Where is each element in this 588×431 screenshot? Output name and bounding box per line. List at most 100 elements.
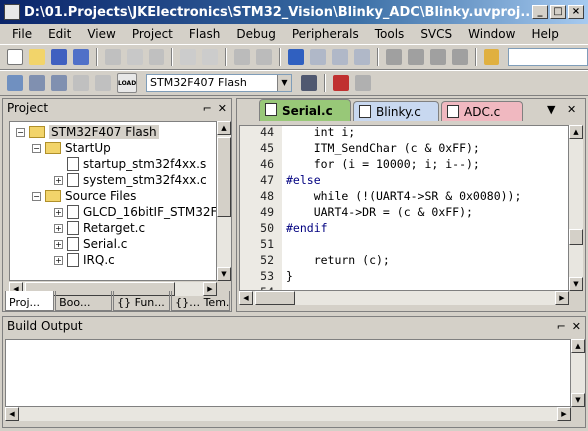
expand-icon[interactable]: + [54, 255, 63, 265]
menu-tools[interactable]: Tools [367, 27, 413, 41]
file-extensions-icon[interactable] [355, 75, 371, 91]
editor-horizontal-scrollbar[interactable]: ◀ ▶ [239, 291, 569, 305]
expand-icon[interactable]: + [54, 175, 63, 185]
find-in-files-icon[interactable] [483, 49, 500, 65]
close-icon[interactable]: ✕ [572, 320, 581, 333]
save-all-icon[interactable] [72, 49, 89, 65]
manage-components-icon[interactable] [333, 75, 349, 91]
indent-icon[interactable] [385, 49, 402, 65]
tree-item[interactable]: − STM32F407 Flash [16, 124, 159, 140]
tab-serial-c[interactable]: Serial.c [259, 99, 351, 121]
batch-build-icon[interactable] [73, 75, 89, 91]
uncomment-icon[interactable] [451, 49, 468, 65]
scroll-left-icon[interactable]: ◀ [5, 407, 19, 421]
tab-list-icon[interactable]: ▼ [547, 103, 555, 116]
menu-file[interactable]: File [4, 27, 40, 41]
pin-icon[interactable]: ⌐ [557, 320, 566, 333]
undo-icon[interactable] [180, 49, 197, 65]
menu-edit[interactable]: Edit [40, 27, 79, 41]
tab-project-1[interactable]: Boo... [55, 291, 113, 311]
next-bookmark-icon[interactable] [331, 49, 348, 65]
stop-build-icon[interactable] [95, 75, 111, 91]
scroll-down-icon[interactable]: ▼ [571, 393, 585, 407]
scroll-down-icon[interactable]: ▼ [569, 277, 583, 291]
expand-icon[interactable]: + [54, 207, 63, 217]
paste-icon[interactable] [148, 49, 165, 65]
project-panel-title: Project [7, 101, 49, 115]
prev-bookmark-icon[interactable] [310, 49, 326, 65]
scroll-up-icon[interactable]: ▲ [217, 121, 231, 135]
navigate-back-icon[interactable] [234, 49, 251, 65]
open-folder-icon[interactable] [28, 49, 45, 65]
scroll-thumb[interactable] [255, 291, 295, 305]
rebuild-icon[interactable] [51, 75, 67, 91]
tree-item[interactable]: + system_stm32f4xx.c [54, 172, 207, 188]
collapse-icon[interactable]: − [16, 127, 25, 137]
expand-icon[interactable]: + [54, 239, 63, 249]
bookmark-icon[interactable] [288, 49, 305, 65]
menu-window[interactable]: Window [460, 27, 523, 41]
tree-item[interactable]: + Serial.c [54, 236, 127, 252]
save-icon[interactable] [50, 49, 67, 65]
menu-peripherals[interactable]: Peripherals [284, 27, 367, 41]
menu-help[interactable]: Help [523, 27, 566, 41]
scroll-thumb[interactable] [569, 229, 583, 245]
pin-icon[interactable]: ⌐ [203, 102, 212, 115]
tab-adc-c[interactable]: ADC.c [441, 101, 523, 121]
redo-icon[interactable] [202, 49, 219, 65]
cut-icon[interactable] [104, 49, 121, 65]
tree-item[interactable]: − StartUp [32, 140, 111, 156]
tree-item[interactable]: − Source Files [32, 188, 136, 204]
build-output-text[interactable] [5, 339, 571, 407]
tree-item[interactable]: + GLCD_16bitIF_STM32F [54, 204, 216, 220]
menu-svcs[interactable]: SVCS [412, 27, 460, 41]
scroll-right-icon[interactable]: ▶ [557, 407, 571, 421]
minimize-button[interactable]: _ [532, 5, 548, 19]
navigate-forward-icon[interactable] [256, 49, 273, 65]
tree-vertical-scrollbar[interactable]: ▲ ▼ [217, 121, 231, 281]
maximize-button[interactable]: □ [550, 5, 566, 19]
menu-project[interactable]: Project [124, 27, 181, 41]
menu-view[interactable]: View [79, 27, 123, 41]
scroll-right-icon[interactable]: ▶ [555, 291, 569, 305]
translate-icon[interactable] [7, 75, 23, 91]
editor-tabs: Serial.c Blinky.c ADC.c [237, 99, 585, 121]
build-icon[interactable] [29, 75, 45, 91]
tree-item[interactable]: startup_stm32f4xx.s [54, 156, 206, 172]
app-icon [4, 4, 20, 20]
expand-icon[interactable]: + [54, 223, 63, 233]
menu-debug[interactable]: Debug [228, 27, 283, 41]
collapse-icon[interactable]: − [32, 143, 41, 153]
comment-icon[interactable] [429, 49, 446, 65]
tab-project-2[interactable]: {} Fun... [113, 291, 171, 311]
code-editor[interactable]: 44 int i; 45 ITM_SendChar (c & 0xFF); 46 f… [239, 125, 569, 291]
menu-flash[interactable]: Flash [181, 27, 228, 41]
copy-icon[interactable] [126, 49, 143, 65]
title-bar[interactable]: D:\01.Projects\JKElectronics\STM32_Visio… [0, 0, 588, 24]
target-select[interactable]: STM32F407 Flash ▼ [146, 74, 292, 92]
tab-blinky-c[interactable]: Blinky.c [353, 101, 439, 121]
scroll-up-icon[interactable]: ▲ [571, 339, 585, 353]
scroll-down-icon[interactable]: ▼ [217, 267, 231, 281]
load-icon[interactable]: LOAD [117, 73, 137, 93]
unindent-icon[interactable] [407, 49, 424, 65]
editor-vertical-scrollbar[interactable]: ▲ ▼ [569, 125, 583, 291]
close-icon[interactable]: ✕ [567, 103, 576, 116]
tree-item[interactable]: + IRQ.c [54, 252, 115, 268]
tab-project-0[interactable]: Proj... [5, 291, 55, 311]
clear-bookmarks-icon[interactable] [353, 49, 370, 65]
scroll-thumb[interactable] [217, 137, 231, 217]
close-button[interactable]: × [568, 5, 584, 19]
line-number: 52 [260, 253, 274, 267]
tab-project-3[interactable]: {}… Tem... [171, 291, 230, 311]
scroll-left-icon[interactable]: ◀ [239, 291, 253, 305]
target-options-icon[interactable] [301, 75, 317, 91]
collapse-icon[interactable]: − [32, 191, 41, 201]
scroll-up-icon[interactable]: ▲ [569, 125, 583, 139]
tree-item[interactable]: + Retarget.c [54, 220, 145, 236]
new-file-icon[interactable] [7, 49, 23, 65]
build-vertical-scrollbar[interactable]: ▲ ▼ [571, 339, 585, 407]
build-horizontal-scrollbar[interactable]: ◀ ▶ [5, 407, 571, 421]
close-icon[interactable]: ✕ [218, 102, 227, 115]
find-input[interactable] [508, 48, 588, 66]
